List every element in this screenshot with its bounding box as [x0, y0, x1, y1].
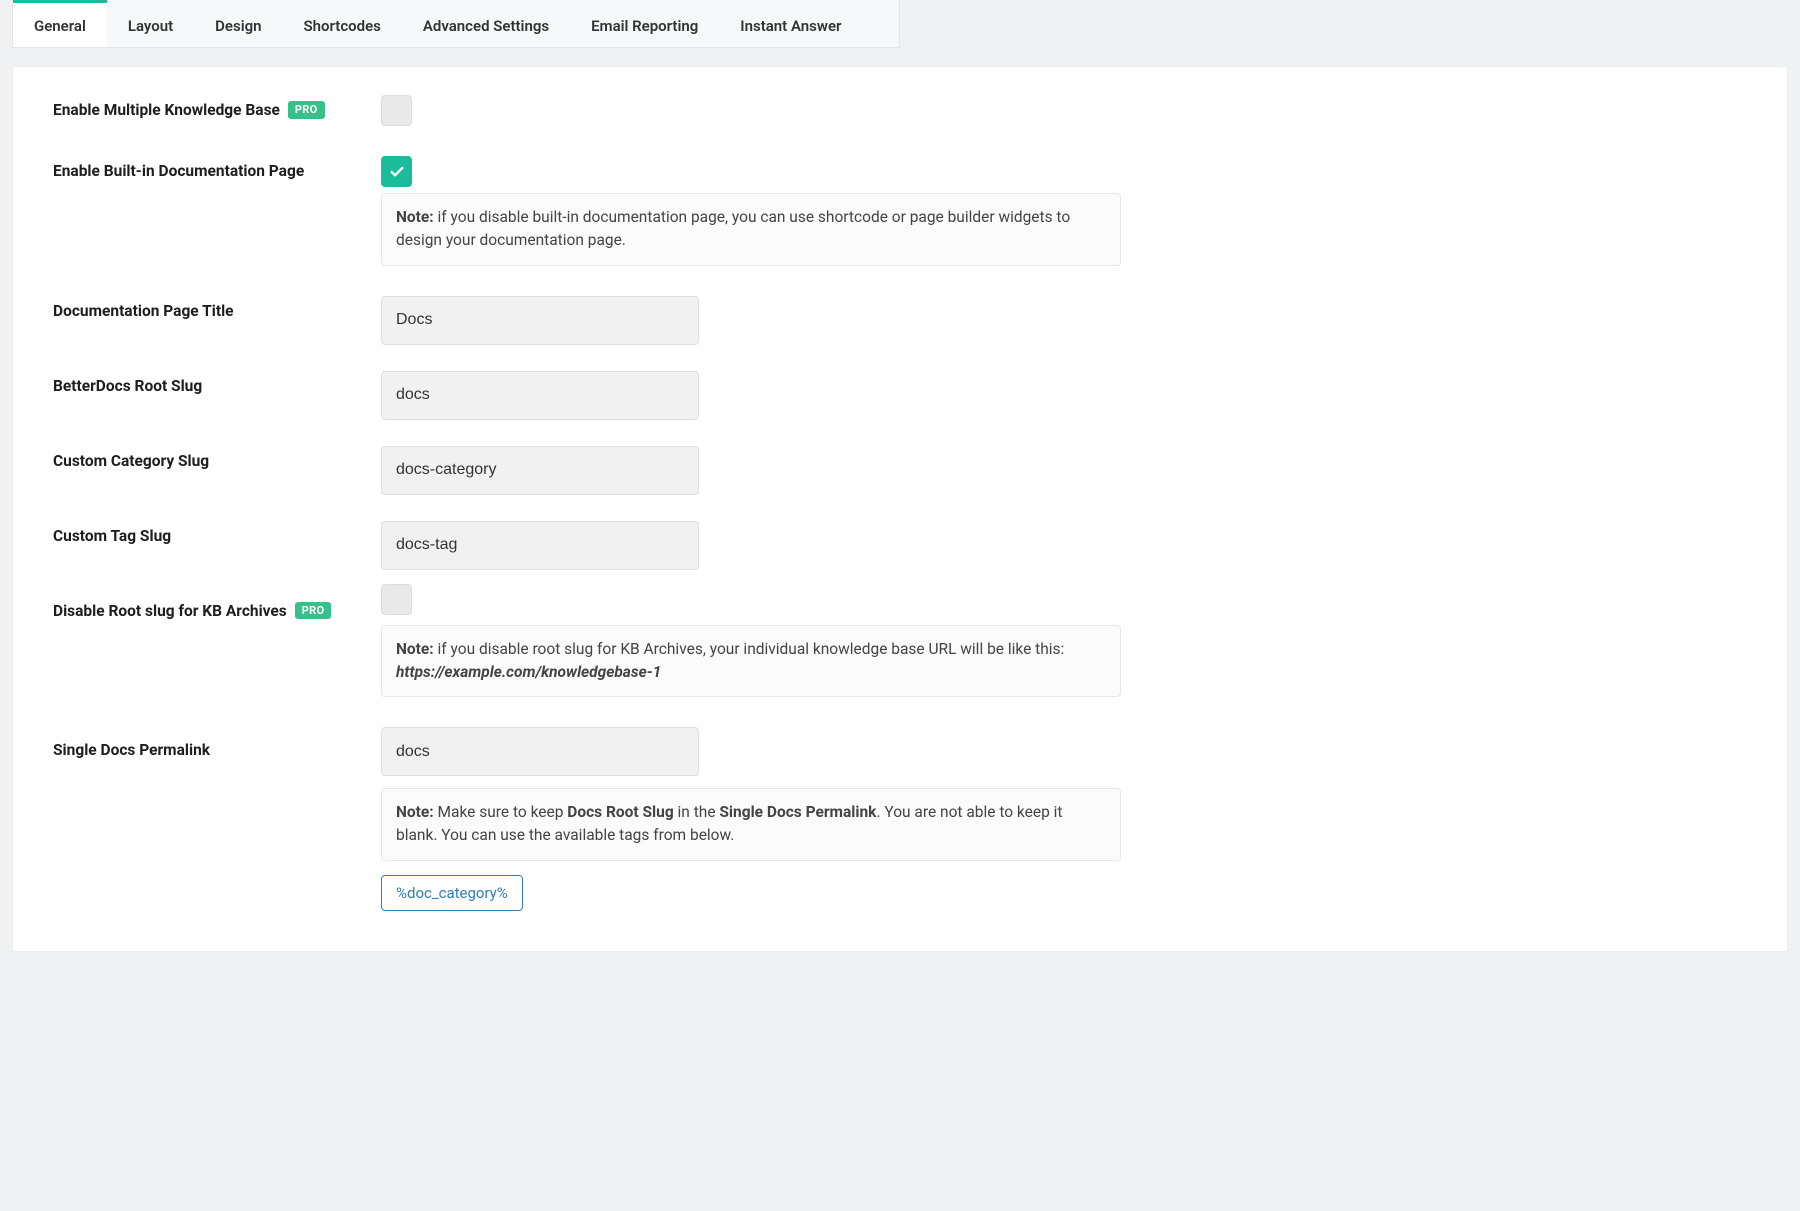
label-doc-page-title: Documentation Page Title [53, 302, 234, 320]
tab-instant-answer[interactable]: Instant Answer [719, 0, 862, 47]
note-label: Note: [396, 208, 434, 226]
tab-advanced-settings[interactable]: Advanced Settings [402, 0, 570, 47]
settings-panel: Enable Multiple Knowledge Base PRO Enabl… [12, 66, 1788, 952]
row-tag-slug: Custom Tag Slug [53, 521, 1747, 570]
row-category-slug: Custom Category Slug [53, 446, 1747, 495]
note-builtin-text: if you disable built-in documentation pa… [396, 208, 1070, 249]
row-enable-builtin-doc: Enable Built-in Documentation Page Note:… [53, 156, 1747, 266]
pro-badge: PRO [295, 602, 332, 619]
note-label: Note: [396, 640, 434, 658]
checkbox-enable-builtin-doc[interactable] [381, 156, 412, 187]
row-root-slug: BetterDocs Root Slug [53, 371, 1747, 420]
input-single-permalink[interactable] [381, 727, 699, 776]
note-permalink-mid: in the [674, 803, 720, 821]
note-builtin-doc: Note: if you disable built-in documentat… [381, 193, 1121, 266]
note-permalink-pre: Make sure to keep [434, 803, 568, 821]
tab-general[interactable]: General [13, 0, 107, 47]
note-single-permalink: Note: Make sure to keep Docs Root Slug i… [381, 788, 1121, 861]
label-enable-builtin-doc: Enable Built-in Documentation Page [53, 162, 304, 180]
input-tag-slug[interactable] [381, 521, 699, 570]
tab-design[interactable]: Design [194, 0, 282, 47]
input-category-slug[interactable] [381, 446, 699, 495]
tag-doc-category-button[interactable]: %doc_category% [381, 875, 523, 911]
input-root-slug[interactable] [381, 371, 699, 420]
note-label: Note: [396, 803, 434, 821]
note-disable-root-url: https://example.com/knowledgebase-1 [396, 663, 661, 681]
checkbox-disable-root-slug[interactable] [381, 584, 412, 615]
input-doc-page-title[interactable] [381, 296, 699, 345]
row-enable-multiple-kb: Enable Multiple Knowledge Base PRO [53, 95, 1747, 130]
note-permalink-bold2: Single Docs Permalink [719, 803, 876, 821]
row-doc-page-title: Documentation Page Title [53, 296, 1747, 345]
label-enable-multiple-kb: Enable Multiple Knowledge Base [53, 101, 280, 119]
label-tag-slug: Custom Tag Slug [53, 527, 171, 545]
label-disable-root-slug: Disable Root slug for KB Archives [53, 602, 287, 620]
tab-email-reporting[interactable]: Email Reporting [570, 0, 719, 47]
tab-shortcodes[interactable]: Shortcodes [283, 0, 402, 47]
row-single-docs-permalink: Single Docs Permalink Note: Make sure to… [53, 727, 1747, 911]
check-icon [389, 164, 405, 180]
note-disable-root-text: if you disable root slug for KB Archives… [434, 640, 1065, 658]
note-permalink-bold1: Docs Root Slug [567, 803, 673, 821]
pro-badge: PRO [288, 101, 325, 118]
tabs-bar: General Layout Design Shortcodes Advance… [12, 0, 900, 48]
tab-layout[interactable]: Layout [107, 0, 194, 47]
label-root-slug: BetterDocs Root Slug [53, 377, 202, 395]
note-disable-root-slug: Note: if you disable root slug for KB Ar… [381, 625, 1121, 698]
label-single-permalink: Single Docs Permalink [53, 741, 210, 759]
label-category-slug: Custom Category Slug [53, 452, 209, 470]
row-disable-root-slug: Disable Root slug for KB Archives PRO No… [53, 584, 1747, 698]
checkbox-enable-multiple-kb[interactable] [381, 95, 412, 126]
